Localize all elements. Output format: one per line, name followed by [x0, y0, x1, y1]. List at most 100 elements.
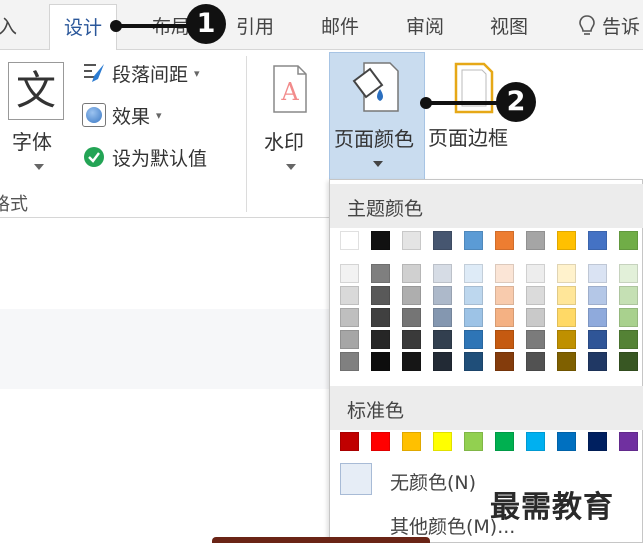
theme-shade-swatch[interactable] — [464, 330, 483, 349]
theme-shade-swatch[interactable] — [402, 352, 421, 371]
standard-colors-header: 标准色 — [330, 386, 643, 430]
theme-shade-swatch[interactable] — [340, 264, 359, 283]
theme-shade-swatch[interactable] — [433, 264, 452, 283]
standard-colors-title: 标准色 — [347, 400, 405, 422]
theme-shade-swatch[interactable] — [526, 330, 545, 349]
callout-line-2 — [425, 101, 505, 105]
theme-color-swatch[interactable] — [402, 231, 421, 250]
page-color-button[interactable]: 页面颜色 — [329, 52, 425, 180]
theme-color-swatch[interactable] — [464, 231, 483, 250]
theme-color-swatch[interactable] — [340, 231, 359, 250]
theme-color-swatch[interactable] — [495, 231, 514, 250]
standard-color-swatch[interactable] — [526, 432, 545, 451]
theme-color-swatch[interactable] — [433, 231, 452, 250]
theme-shade-swatch[interactable] — [526, 308, 545, 327]
fonts-button[interactable]: 文 字体 — [4, 58, 70, 178]
standard-color-swatch[interactable] — [557, 432, 576, 451]
standard-color-swatch[interactable] — [619, 432, 638, 451]
theme-shade-swatch[interactable] — [340, 352, 359, 371]
theme-shade-swatch[interactable] — [371, 264, 390, 283]
theme-shade-swatch[interactable] — [433, 330, 452, 349]
chevron-down-icon: ▾ — [194, 66, 200, 80]
theme-shade-swatch[interactable] — [340, 308, 359, 327]
set-as-default-label: 设为默认值 — [112, 147, 208, 170]
theme-shade-swatch[interactable] — [619, 330, 638, 349]
theme-shade-swatch[interactable] — [371, 330, 390, 349]
theme-colors-header: 主题颜色 — [330, 184, 643, 228]
theme-shade-swatch[interactable] — [557, 352, 576, 371]
standard-color-swatch[interactable] — [371, 432, 390, 451]
theme-shade-swatch[interactable] — [526, 286, 545, 305]
theme-shade-swatch[interactable] — [433, 286, 452, 305]
theme-shade-swatch[interactable] — [495, 286, 514, 305]
set-as-default-button[interactable]: 设为默认值 — [82, 142, 207, 172]
theme-color-swatch[interactable] — [588, 231, 607, 250]
theme-shade-swatch[interactable] — [557, 308, 576, 327]
watermark-button[interactable]: A 水印 — [262, 58, 322, 178]
no-color-swatch — [340, 463, 372, 495]
tab-tell-me[interactable]: 告诉 — [578, 12, 640, 39]
theme-color-swatch[interactable] — [557, 231, 576, 250]
theme-shade-swatch[interactable] — [588, 330, 607, 349]
theme-shade-swatch[interactable] — [402, 264, 421, 283]
theme-shade-swatch[interactable] — [588, 308, 607, 327]
theme-shade-swatch[interactable] — [588, 286, 607, 305]
theme-color-swatch[interactable] — [371, 231, 390, 250]
theme-shade-swatch[interactable] — [433, 352, 452, 371]
ribbon-tab-bar: 入 设计 布局 引用 邮件 审阅 视图 告诉 — [0, 0, 643, 51]
tab-references[interactable]: 引用 — [236, 12, 274, 39]
theme-shade-swatch[interactable] — [464, 308, 483, 327]
theme-shade-swatch[interactable] — [495, 308, 514, 327]
tab-view[interactable]: 视图 — [490, 12, 528, 39]
theme-shade-swatch[interactable] — [619, 264, 638, 283]
chevron-down-icon — [286, 164, 296, 170]
theme-shade-swatch[interactable] — [402, 308, 421, 327]
theme-color-swatch[interactable] — [619, 231, 638, 250]
theme-shade-swatch[interactable] — [433, 308, 452, 327]
tab-review[interactable]: 审阅 — [406, 12, 444, 39]
theme-shade-swatch[interactable] — [464, 286, 483, 305]
tab-design[interactable]: 设计 — [49, 4, 118, 51]
theme-shade-swatch[interactable] — [619, 286, 638, 305]
tab-mailings[interactable]: 邮件 — [321, 12, 359, 39]
standard-color-swatch[interactable] — [402, 432, 421, 451]
theme-shade-swatch[interactable] — [371, 286, 390, 305]
theme-shade-swatch[interactable] — [526, 352, 545, 371]
theme-shade-swatch[interactable] — [340, 286, 359, 305]
theme-shade-swatch[interactable] — [557, 286, 576, 305]
watermark-icon: A — [273, 65, 307, 113]
standard-color-swatch[interactable] — [464, 432, 483, 451]
theme-shade-swatch[interactable] — [464, 264, 483, 283]
theme-shade-swatch[interactable] — [495, 330, 514, 349]
theme-shade-swatch[interactable] — [371, 308, 390, 327]
theme-shade-swatch[interactable] — [619, 308, 638, 327]
theme-shade-swatch[interactable] — [588, 352, 607, 371]
bottom-bar — [212, 537, 430, 543]
theme-shade-swatch[interactable] — [526, 264, 545, 283]
theme-shade-swatch[interactable] — [495, 264, 514, 283]
standard-color-swatch[interactable] — [495, 432, 514, 451]
theme-shade-swatch[interactable] — [402, 286, 421, 305]
effects-button[interactable]: 效果 ▾ — [82, 100, 162, 130]
watermark-label: 水印 — [264, 130, 304, 154]
theme-shade-swatch[interactable] — [464, 352, 483, 371]
standard-color-swatch[interactable] — [588, 432, 607, 451]
theme-shade-swatch[interactable] — [495, 352, 514, 371]
paragraph-spacing-button[interactable]: 段落间距 ▾ — [82, 58, 200, 88]
standard-color-swatch[interactable] — [433, 432, 452, 451]
theme-shade-swatch[interactable] — [371, 352, 390, 371]
effects-label: 效果 — [112, 105, 151, 128]
theme-shade-swatch[interactable] — [340, 330, 359, 349]
standard-color-swatch[interactable] — [340, 432, 359, 451]
chevron-down-icon — [373, 161, 383, 167]
theme-shade-swatch[interactable] — [588, 264, 607, 283]
page-borders-label: 页面边框 — [428, 126, 508, 150]
theme-shade-swatch[interactable] — [619, 352, 638, 371]
effects-icon — [82, 103, 106, 127]
theme-shade-swatch[interactable] — [402, 330, 421, 349]
group-label: 格式 — [0, 194, 28, 215]
theme-color-swatch[interactable] — [526, 231, 545, 250]
tab-insert[interactable]: 入 — [0, 12, 17, 39]
theme-shade-swatch[interactable] — [557, 264, 576, 283]
theme-shade-swatch[interactable] — [557, 330, 576, 349]
